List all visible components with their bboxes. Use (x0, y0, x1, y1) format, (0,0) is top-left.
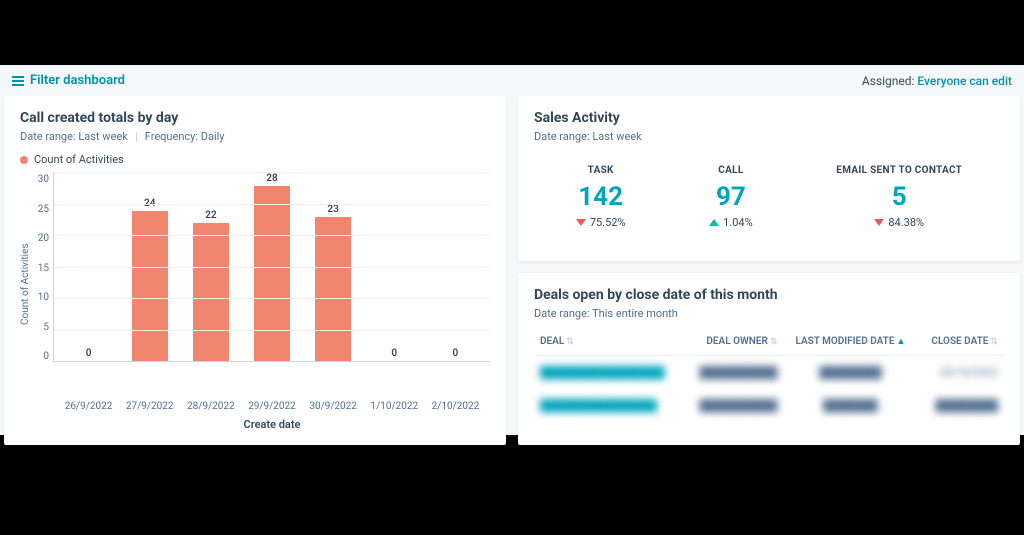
card-sales-activity: Sales Activity Date range: Last week TAS… (518, 96, 1020, 261)
deal-close: 28/10/2022 (918, 355, 1004, 389)
deal-owner: ██████████ (684, 355, 783, 389)
deals-table: DEAL⇅ DEAL OWNER⇅ LAST MODIFIED DATE▲ CL… (534, 328, 1004, 422)
triangle-down-icon (576, 219, 586, 226)
deal-close: ████████ (918, 389, 1004, 422)
card-subtitle: Date range: Last week (534, 130, 1004, 143)
bar[interactable]: 24 (122, 198, 178, 361)
table-row[interactable]: ████████████████████████████████████████ (534, 389, 1004, 422)
stat-call: CALL971.04% (709, 165, 753, 229)
deal-name[interactable]: ███████████████ (534, 389, 684, 422)
bar[interactable]: 0 (427, 348, 483, 361)
card-call-created-totals: Call created totals by day Date range: L… (4, 96, 506, 445)
sort-asc-icon: ▲ (896, 337, 905, 347)
deal-name[interactable]: ████████████████ (534, 355, 684, 389)
bar-value-label: 0 (391, 348, 397, 359)
legend-dot-icon (20, 156, 28, 164)
bar[interactable]: 0 (61, 348, 117, 361)
x-tick: 28/9/2022 (183, 401, 239, 412)
deal-owner: ██████████ (684, 389, 783, 422)
filter-dashboard-button[interactable]: Filter dashboard (12, 73, 125, 88)
x-tick: 1/10/2022 (366, 401, 422, 412)
chart-legend: Count of Activities (20, 153, 490, 166)
x-axis-ticks: 26/9/2022 27/9/2022 28/9/2022 29/9/2022 30/9… (54, 397, 490, 412)
col-modified[interactable]: LAST MODIFIED DATE▲ (783, 328, 917, 356)
card-deals-open: Deals open by close date of this month D… (518, 273, 1020, 446)
assigned-value-link[interactable]: Everyone can edit (917, 74, 1012, 88)
filter-label: Filter dashboard (30, 73, 125, 88)
chart-plot: 0 24 22 28 23 0 0 (53, 172, 490, 362)
assigned-label: Assigned: Everyone can edit (862, 74, 1012, 88)
card-title: Sales Activity (534, 110, 1004, 126)
card-subtitle: Date range: This entire month (534, 307, 1004, 320)
bar-value-label: 23 (327, 204, 338, 215)
deal-modified: ███████ (783, 389, 917, 422)
sort-icon: ⇅ (770, 337, 778, 347)
y-axis-ticks: 302520151050 (31, 172, 53, 362)
bar-value-label: 0 (86, 348, 92, 359)
x-tick: 27/9/2022 (122, 401, 178, 412)
sort-icon: ⇅ (566, 337, 574, 347)
bar-value-label: 22 (205, 210, 216, 221)
deal-modified: ████████ (783, 355, 917, 389)
bar[interactable]: 23 (305, 204, 361, 361)
col-owner[interactable]: DEAL OWNER⇅ (684, 328, 783, 356)
bar[interactable]: 22 (183, 210, 239, 361)
card-title: Call created totals by day (20, 110, 490, 126)
x-tick: 30/9/2022 (305, 401, 361, 412)
triangle-down-icon (874, 219, 884, 226)
col-deal[interactable]: DEAL⇅ (534, 328, 684, 356)
stat-email-sent-to-contact: EMAIL SENT TO CONTACT584.38% (836, 165, 962, 229)
bar-value-label: 0 (453, 348, 459, 359)
stats-row: TASK14275.52% CALL971.04% EMAIL SENT TO CO… (534, 165, 1004, 229)
triangle-up-icon (709, 219, 719, 226)
card-title: Deals open by close date of this month (534, 287, 1004, 303)
x-tick: 26/9/2022 (61, 401, 117, 412)
x-tick: 29/9/2022 (244, 401, 300, 412)
x-axis-label: Create date (54, 418, 490, 431)
table-row[interactable]: ██████████████████████████████████28/10/… (534, 355, 1004, 389)
filter-icon (12, 76, 24, 86)
col-close[interactable]: CLOSE DATE⇅ (918, 328, 1004, 356)
bar-chart: Count of Activities 302520151050 0 24 22 28… (20, 172, 490, 397)
top-bar: Filter dashboard Assigned: Everyone can … (0, 65, 1024, 96)
x-tick: 2/10/2022 (427, 401, 483, 412)
stat-task: TASK14275.52% (576, 165, 626, 229)
bar[interactable]: 0 (366, 348, 422, 361)
sort-icon: ⇅ (990, 337, 998, 347)
card-subtitle: Date range: Last week Frequency: Daily (20, 130, 490, 143)
bar-value-label: 28 (266, 173, 277, 184)
y-axis-label: Count of Activities (20, 172, 31, 397)
